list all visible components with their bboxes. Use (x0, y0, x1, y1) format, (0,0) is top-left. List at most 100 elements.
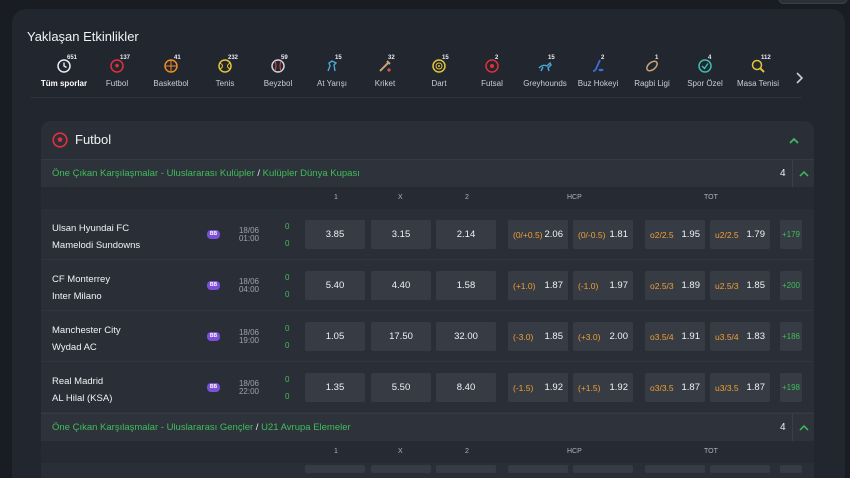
sport-tab-ragbi-ligi[interactable]: 1 Ragbi Ligi (623, 55, 681, 88)
league-header[interactable]: Öne Çıkan Karşılaşmalar - Uluslararası K… (41, 159, 814, 188)
chevron-right-icon[interactable] (796, 72, 808, 90)
sport-tab-tüm-sporlar[interactable]: 651 Tüm sporlar (35, 55, 93, 88)
odd-button-o1[interactable]: 1.05 (305, 322, 365, 351)
home-team[interactable]: CF Monterrey (52, 274, 110, 285)
sport-count: 137 (120, 55, 131, 61)
hcp-odd-button[interactable]: (+3.0) 2.00 (573, 322, 633, 351)
tot-odd-button[interactable]: u2.5/3 1.85 (710, 271, 770, 300)
sport-tab-kriket[interactable]: 32 Kriket (356, 55, 414, 88)
hcp-odd-button[interactable]: (-1.0) 1.97 (573, 271, 633, 300)
sport-tab-futsal[interactable]: 2 Futsal (463, 55, 521, 88)
hcp-odd-button[interactable]: (0/+0.5) 2.06 (508, 220, 568, 249)
league-competition[interactable]: U21 Avrupa Elemeler (261, 422, 351, 433)
sport-tab-buz-hokeyi[interactable]: 2 Buz Hokeyi (569, 55, 627, 88)
chevron-up-icon[interactable] (792, 160, 814, 188)
hcp-line: (-1.5) (513, 383, 534, 393)
bet-builder-badge[interactable]: BB (207, 230, 220, 239)
more-markets-button[interactable]: +198 (780, 373, 802, 402)
tot-odd-button[interactable]: u3/3.5 1.87 (710, 373, 770, 402)
tot-odd-button[interactable]: o2.5/3 1.89 (645, 271, 705, 300)
sport-tab-beyzbol[interactable]: 59 Beyzbol (249, 55, 307, 88)
tot-odd-button[interactable]: o2/2.5 1.95 (645, 220, 705, 249)
odd-button-o2[interactable]: 8.40 (436, 373, 496, 402)
account-pill[interactable] (778, 0, 848, 4)
league-category[interactable]: Öne Çıkan Karşılaşmalar - Uluslararası G… (52, 422, 253, 433)
away-team[interactable]: Mamelodi Sundowns (52, 240, 140, 251)
league-name[interactable]: Öne Çıkan Karşılaşmalar - Uluslararası K… (52, 168, 360, 179)
home-team[interactable]: Real Madrid (52, 376, 103, 387)
sport-tab-at-yarışı[interactable]: 15 At Yarışı (303, 55, 361, 88)
odd-button-placeholder[interactable] (508, 465, 568, 473)
tot-line: o3/3.5 (650, 383, 674, 393)
horse-icon: 15 (324, 55, 342, 74)
sport-tab-dart[interactable]: 15 Dart (410, 55, 468, 88)
hcp-odd-button[interactable]: (0/-0.5) 1.81 (573, 220, 633, 249)
column-label-hcp: HCP (567, 448, 582, 455)
sport-label: Buz Hokeyi (577, 79, 619, 88)
odd-button-placeholder[interactable] (305, 465, 365, 473)
odd-button-ox[interactable]: 3.15 (371, 220, 431, 249)
odd-button-placeholder[interactable] (573, 465, 633, 473)
odd-button-placeholder[interactable] (645, 465, 705, 473)
league-name[interactable]: Öne Çıkan Karşılaşmalar - Uluslararası G… (52, 422, 351, 433)
away-team[interactable]: Inter Milano (52, 291, 102, 302)
odd-button-placeholder[interactable] (436, 465, 496, 473)
more-markets-button[interactable]: +179 (780, 220, 802, 249)
hcp-odd-button[interactable]: (+1.5) 1.92 (573, 373, 633, 402)
tot-odd-button[interactable]: u2/2.5 1.79 (710, 220, 770, 249)
hcp-line: (-3.0) (513, 332, 534, 342)
more-markets-button[interactable]: +186 (780, 322, 802, 351)
bet-builder-badge[interactable]: BB (207, 383, 220, 392)
sport-label: Tüm sporlar (40, 79, 88, 88)
odd-button-o2[interactable]: 2.14 (436, 220, 496, 249)
odd-button-o1[interactable]: 5.40 (305, 271, 365, 300)
hcp-odd: 1.87 (544, 280, 564, 291)
tot-line: u2.5/3 (715, 281, 739, 291)
sport-tab-greyhounds[interactable]: 15 Greyhounds (516, 55, 574, 88)
hcp-odd-button[interactable]: (-3.0) 1.85 (508, 322, 568, 351)
odd-button-ox[interactable]: 5.50 (371, 373, 431, 402)
odd-button-placeholder[interactable] (780, 465, 802, 473)
away-team[interactable]: Wydad AC (52, 342, 97, 353)
bet-builder-badge[interactable]: BB (207, 281, 220, 290)
tot-odd: 1.83 (746, 331, 766, 342)
odd-button-ox[interactable]: 4.40 (371, 271, 431, 300)
clock-icon: 651 (56, 55, 77, 74)
tot-odd-button[interactable]: o3/3.5 1.87 (645, 373, 705, 402)
odd-button-ox[interactable]: 17.50 (371, 322, 431, 351)
sport-label: At Yarışı (317, 79, 347, 88)
more-markets-button[interactable]: +200 (780, 271, 802, 300)
bet-builder-badge[interactable]: BB (207, 332, 220, 341)
sport-tab-futbol[interactable]: 137 Futbol (88, 55, 146, 88)
away-team[interactable]: AL Hilal (KSA) (52, 393, 112, 404)
league-header[interactable]: Öne Çıkan Karşılaşmalar - Uluslararası G… (41, 413, 814, 442)
hcp-odd-button[interactable]: (-1.5) 1.92 (508, 373, 568, 402)
tot-odd-button[interactable]: u3.5/4 1.83 (710, 322, 770, 351)
odd-button-placeholder[interactable] (710, 465, 770, 473)
league-competition[interactable]: Kulüpler Dünya Kupası (263, 168, 360, 179)
odd-button-placeholder[interactable] (371, 465, 431, 473)
column-label-tot: TOT (704, 448, 718, 455)
odd-button-o2[interactable]: 32.00 (436, 322, 496, 351)
odd-button-o1[interactable]: 1.35 (305, 373, 365, 402)
sport-tab-basketbol[interactable]: 41 Basketbol (142, 55, 200, 88)
odd-button-o1[interactable]: 3.85 (305, 220, 365, 249)
tot-odd: 1.87 (746, 382, 766, 393)
sport-tab-spor-özel[interactable]: 4 Spor Özel (676, 55, 734, 88)
sport-tab-masa-tenisi[interactable]: 112 Masa Tenisi (729, 55, 787, 88)
sport-tab-tenis[interactable]: 232 Tenis (196, 55, 254, 88)
futsal-ball-icon: 2 (484, 55, 500, 74)
chevron-up-icon[interactable] (792, 414, 814, 442)
match-time: 04:00 (238, 285, 260, 294)
sport-count: 232 (228, 55, 239, 61)
tot-odd-button[interactable]: o3.5/4 1.91 (645, 322, 705, 351)
league-category[interactable]: Öne Çıkan Karşılaşmalar - Uluslararası K… (52, 168, 255, 179)
home-team[interactable]: Ulsan Hyundai FC (52, 223, 129, 234)
section-header[interactable]: Futbol (41, 121, 814, 159)
hcp-odd-button[interactable]: (+1.0) 1.87 (508, 271, 568, 300)
odd-button-o2[interactable]: 1.58 (436, 271, 496, 300)
hcp-line: (-1.0) (578, 281, 599, 291)
chevron-up-icon[interactable] (788, 134, 800, 146)
home-team[interactable]: Manchester City (52, 325, 121, 336)
column-label-c1: 1 (334, 194, 338, 201)
